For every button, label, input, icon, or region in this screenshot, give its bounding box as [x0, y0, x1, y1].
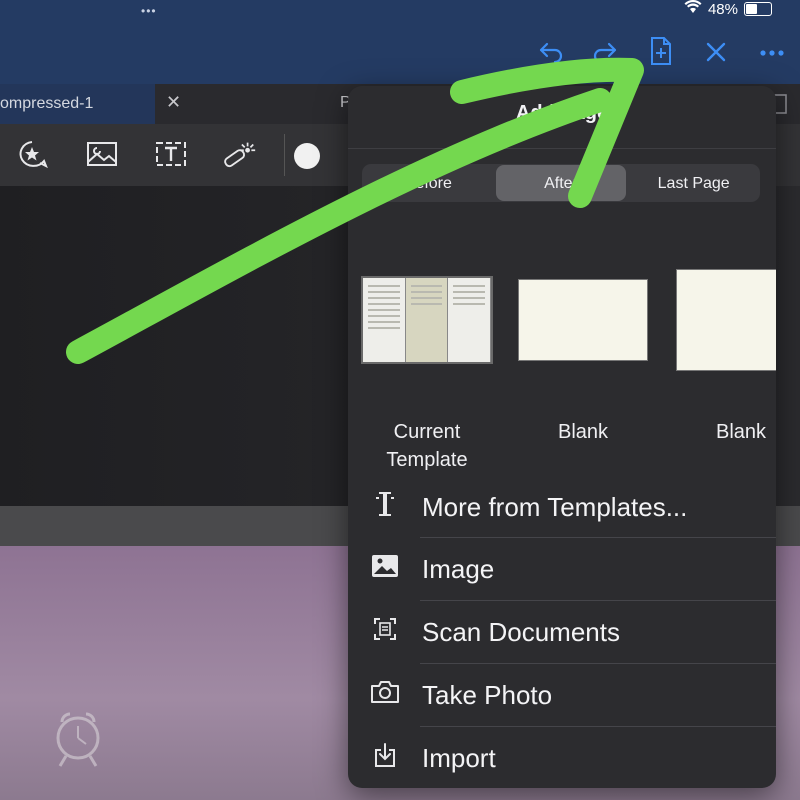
menu-image[interactable]: Image — [348, 538, 776, 600]
menu-scan-documents[interactable]: Scan Documents — [348, 601, 776, 663]
popover-title: Add Page — [515, 102, 609, 124]
templates-icon — [348, 490, 422, 525]
add-page-icon[interactable] — [648, 36, 674, 70]
popover-divider — [348, 148, 776, 149]
image-tool-icon[interactable] — [84, 138, 120, 170]
template-thumbnail — [676, 269, 776, 371]
menu-label: Take Photo — [422, 679, 553, 710]
menu-import[interactable]: Import — [348, 727, 776, 788]
battery-percent: 48% — [707, 0, 738, 18]
laser-pointer-icon[interactable] — [222, 138, 258, 170]
status-indicators: 48% — [684, 0, 772, 18]
template-thumbnail — [361, 276, 493, 364]
menu-more-templates[interactable]: More from Templates... — [348, 476, 776, 538]
position-segmented-control: Before After Last Page — [362, 164, 760, 202]
menu-take-photo[interactable]: Take Photo — [348, 664, 776, 726]
add-page-popover: Add Page Before After Last Page Current … — [348, 86, 776, 788]
battery-icon — [744, 2, 772, 16]
template-label: Blank — [557, 421, 609, 443]
menu-label: Scan Documents — [422, 616, 620, 647]
menu-label: More from Templates... — [422, 491, 688, 522]
wifi-icon — [684, 0, 702, 18]
more-icon[interactable] — [758, 40, 786, 68]
menu-label: Import — [422, 742, 496, 773]
undo-icon[interactable] — [538, 38, 564, 68]
image-icon — [348, 554, 422, 585]
import-icon — [348, 742, 422, 775]
multitasking-dots[interactable]: ••• — [141, 4, 157, 18]
redo-icon[interactable] — [592, 38, 618, 68]
sticker-icon[interactable] — [14, 138, 50, 170]
menu-label: Image — [422, 553, 495, 584]
status-bar — [0, 0, 800, 28]
tab-document[interactable]: ompressed-1 — [0, 84, 155, 124]
template-thumbnail — [518, 279, 648, 361]
segment-last-page[interactable]: Last Page — [628, 165, 759, 201]
camera-icon — [348, 680, 422, 711]
template-blank-1[interactable] — [518, 279, 648, 361]
nav-bar — [0, 28, 800, 84]
toolbar-divider — [284, 134, 285, 176]
template-label-line2: Template — [386, 449, 468, 471]
color-swatch[interactable] — [294, 143, 320, 169]
template-current[interactable] — [361, 276, 493, 364]
alarm-clock-illustration — [50, 700, 106, 770]
segment-before[interactable]: Before — [363, 165, 494, 201]
close-icon[interactable] — [704, 40, 728, 68]
template-label: Blank — [715, 421, 767, 443]
segment-after[interactable]: After — [495, 165, 627, 201]
template-label: Current Template — [362, 418, 492, 474]
scan-icon — [348, 617, 422, 648]
tab-close-icon[interactable]: ✕ — [166, 92, 181, 113]
text-tool-icon[interactable] — [153, 138, 189, 170]
template-label-line1: Current — [393, 421, 461, 443]
template-blank-2[interactable] — [676, 269, 776, 371]
